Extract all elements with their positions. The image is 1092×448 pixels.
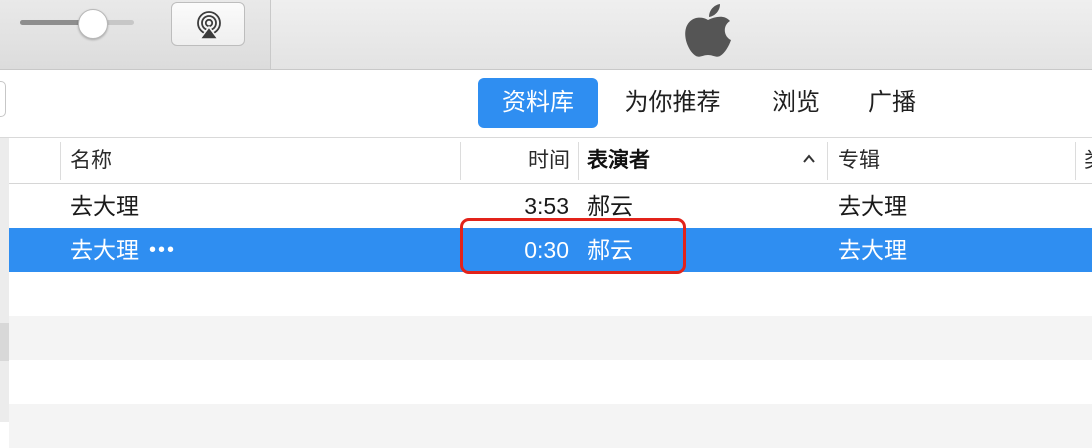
airplay-icon — [197, 11, 221, 40]
column-divider — [827, 142, 828, 180]
song-name-cell: 去大理 — [70, 237, 139, 263]
tab-library[interactable]: 资料库 — [478, 78, 598, 128]
column-header-artist[interactable]: 表演者 — [587, 138, 650, 183]
tab-browse[interactable]: 浏览 — [758, 78, 834, 128]
sidebar-edge-mark — [0, 323, 9, 361]
more-options-button[interactable]: ••• — [149, 228, 176, 272]
column-header-next[interactable]: 类 — [1084, 138, 1092, 183]
sidebar-edge — [0, 138, 9, 422]
player-controls — [0, 0, 271, 69]
table-header: 名称 时间 表演者 专辑 类 — [9, 138, 1092, 184]
tab-for-you[interactable]: 为你推荐 — [610, 78, 735, 128]
volume-slider[interactable] — [20, 20, 134, 25]
title-bar — [0, 0, 1092, 70]
tab-radio[interactable]: 广播 — [854, 78, 930, 128]
empty-row — [9, 316, 1092, 360]
song-album-cell: 去大理 — [838, 193, 907, 219]
column-header-time[interactable]: 时间 — [460, 138, 570, 183]
highlight-annotation — [460, 218, 686, 274]
column-header-album[interactable]: 专辑 — [838, 138, 880, 183]
column-header-name[interactable]: 名称 — [70, 138, 112, 183]
empty-row — [9, 272, 1092, 316]
song-name-cell: 去大理 — [70, 193, 139, 219]
apple-logo-icon — [685, 4, 731, 57]
volume-slider-knob[interactable] — [77, 9, 108, 39]
column-divider — [578, 142, 579, 180]
empty-row — [9, 360, 1092, 404]
column-divider — [60, 142, 61, 180]
nav-bar: 资料库 为你推荐 浏览 广播 — [0, 70, 1092, 138]
empty-row — [9, 404, 1092, 448]
airplay-button[interactable] — [171, 2, 245, 46]
search-field[interactable] — [0, 81, 6, 117]
song-album-cell: 去大理 — [838, 237, 907, 263]
chevron-up-icon[interactable] — [802, 152, 816, 166]
column-divider — [1075, 142, 1076, 180]
